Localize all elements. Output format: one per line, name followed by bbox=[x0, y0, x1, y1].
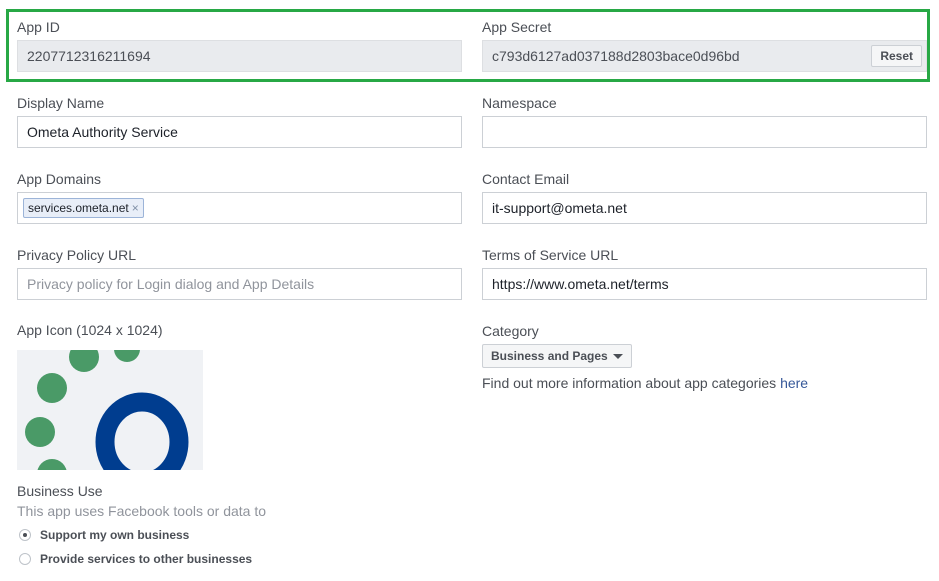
domain-tag-label: services.ometa.net bbox=[28, 201, 129, 215]
reset-secret-button[interactable]: Reset bbox=[871, 45, 922, 67]
category-info: Find out more information about app cate… bbox=[482, 374, 808, 392]
radio-option-label: Provide services to other businesses bbox=[40, 552, 253, 566]
privacy-policy-placeholder: Privacy policy for Login dialog and App … bbox=[27, 276, 315, 292]
radio-option-label: Support my own business bbox=[40, 528, 190, 542]
app-id-label: App ID bbox=[17, 19, 60, 35]
domain-tag: services.ometa.net × bbox=[23, 198, 144, 218]
app-domains-input[interactable]: services.ometa.net × bbox=[17, 192, 462, 224]
namespace-input[interactable] bbox=[482, 116, 927, 148]
display-name-input[interactable]: Ometa Authority Service bbox=[17, 116, 462, 148]
app-id-field[interactable]: 2207712316211694 bbox=[17, 40, 462, 72]
terms-of-service-input[interactable]: https://www.ometa.net/terms bbox=[482, 268, 927, 300]
privacy-policy-label: Privacy Policy URL bbox=[17, 247, 137, 263]
app-domains-label: App Domains bbox=[17, 171, 102, 187]
display-name-label: Display Name bbox=[17, 95, 105, 111]
app-secret-field[interactable]: c793d6127ad037188d2803bace0d96bd Reset bbox=[482, 40, 927, 72]
remove-tag-icon[interactable]: × bbox=[132, 201, 139, 215]
terms-of-service-label: Terms of Service URL bbox=[482, 247, 619, 263]
category-label: Category bbox=[482, 323, 539, 339]
category-dropdown[interactable]: Business and Pages bbox=[482, 344, 632, 368]
contact-email-label: Contact Email bbox=[482, 171, 570, 187]
radio-unchecked-icon[interactable] bbox=[19, 552, 31, 565]
category-info-text: Find out more information about app cate… bbox=[482, 375, 781, 391]
radio-checked-icon[interactable] bbox=[19, 528, 31, 541]
category-selected: Business and Pages bbox=[491, 349, 608, 363]
business-use-description: This app uses Facebook tools or data to bbox=[17, 503, 267, 519]
privacy-policy-input[interactable]: Privacy policy for Login dialog and App … bbox=[17, 268, 462, 300]
contact-email-input[interactable]: it-support@ometa.net bbox=[482, 192, 927, 224]
namespace-label: Namespace bbox=[482, 95, 557, 111]
app-icon-label: App Icon (1024 x 1024) bbox=[17, 322, 163, 338]
app-secret-label: App Secret bbox=[482, 19, 552, 35]
app-icon-image[interactable] bbox=[17, 350, 203, 470]
caret-down-icon bbox=[612, 354, 623, 360]
radio-option-own-business[interactable]: Support my own business bbox=[19, 526, 189, 544]
radio-option-other-businesses[interactable]: Provide services to other businesses bbox=[19, 550, 252, 568]
ometa-logo-icon bbox=[25, 350, 189, 470]
business-use-label: Business Use bbox=[17, 483, 103, 499]
category-info-link[interactable]: here bbox=[780, 375, 808, 391]
app-secret-value: c793d6127ad037188d2803bace0d96bd bbox=[492, 48, 740, 64]
